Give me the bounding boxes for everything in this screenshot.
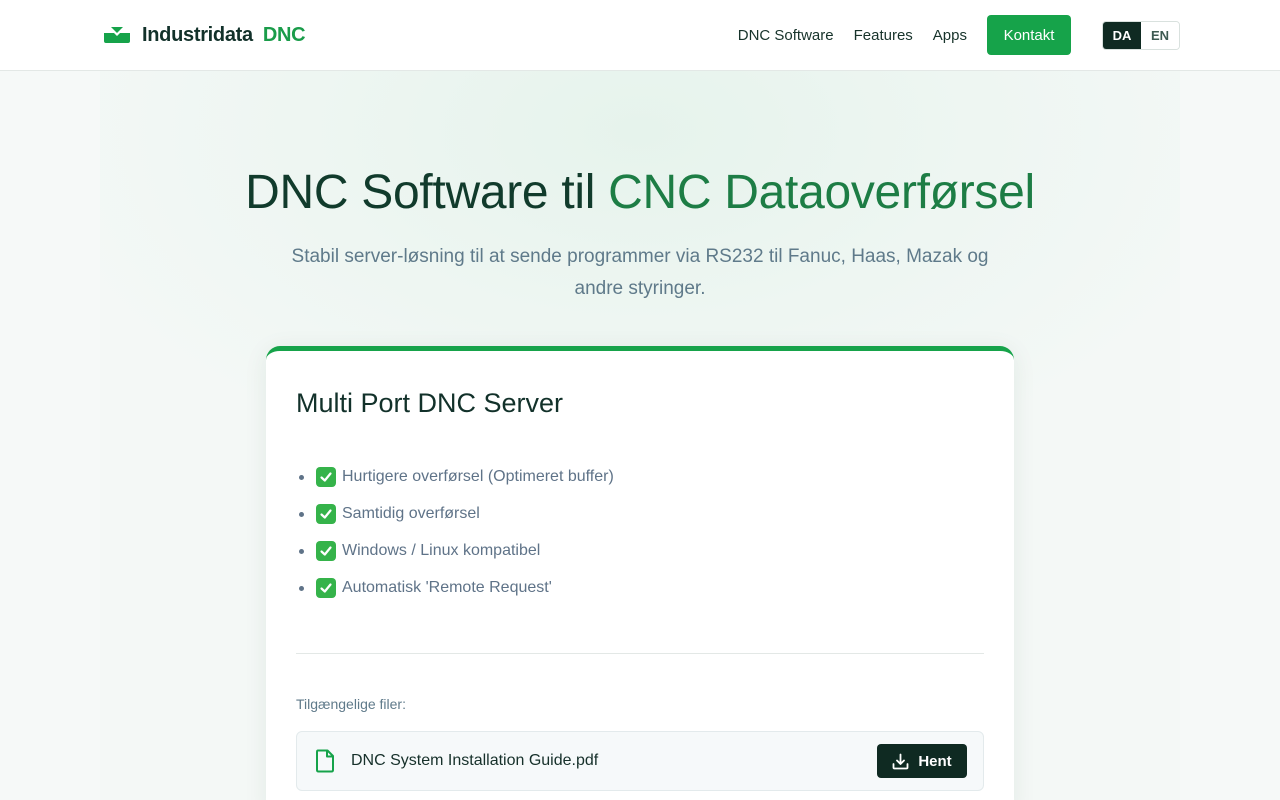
feature-item: Automatisk 'Remote Request' <box>299 577 614 614</box>
hero-subtitle: Stabil server-løsning til at sende progr… <box>291 246 989 299</box>
logo-icon <box>104 26 130 44</box>
nav-link-apps[interactable]: Apps <box>933 27 967 44</box>
feature-item: Samtidig overførsel <box>299 503 614 540</box>
hero-title-main: DNC Software til <box>245 166 609 219</box>
logo[interactable]: Industridata DNC <box>100 23 306 47</box>
hero-title-accent: CNC Dataoverførsel <box>608 166 1035 219</box>
document-icon <box>315 749 335 773</box>
download-button[interactable]: Hent <box>877 744 967 778</box>
download-label: Hent <box>918 752 952 770</box>
file-name: DNC System Installation Guide.pdf <box>351 752 599 769</box>
download-icon <box>892 753 909 770</box>
nav-link-features[interactable]: Features <box>854 27 913 44</box>
file-row: DNC System Installation Guide.pdf Hent <box>296 731 984 791</box>
brand-accent: DNC <box>262 23 306 46</box>
brand-name: Industridata <box>142 23 253 46</box>
language-toggle: DA EN <box>1102 20 1180 50</box>
contact-button[interactable]: Kontakt <box>987 15 1071 55</box>
product-card: Multi Port DNC Server Hurtigere overførs… <box>266 346 1014 800</box>
feature-label: Automatisk 'Remote Request' <box>342 579 552 596</box>
language-da[interactable]: DA <box>1103 21 1141 49</box>
files-label: Tilgængelige filer: <box>296 696 406 712</box>
site-header: Industridata DNC DNC Software Features A… <box>0 0 1280 71</box>
header-inner: Industridata DNC DNC Software Features A… <box>100 0 1180 70</box>
nav-link-dnc-software[interactable]: DNC Software <box>738 27 834 44</box>
main-nav: DNC Software Features Apps Kontakt DA EN <box>738 15 1180 55</box>
check-icon <box>316 504 336 524</box>
divider <box>296 653 984 654</box>
feature-list: Hurtigere overførsel (Optimeret buffer) … <box>299 466 614 614</box>
feature-item: Windows / Linux kompatibel <box>299 540 614 577</box>
feature-label: Samtidig overførsel <box>342 505 480 522</box>
feature-item: Hurtigere overførsel (Optimeret buffer) <box>299 466 614 503</box>
check-icon <box>316 467 336 487</box>
hero-title: DNC Software til CNC Dataoverførsel <box>100 165 1180 220</box>
feature-label: Hurtigere overførsel (Optimeret buffer) <box>342 468 614 485</box>
card-title: Multi Port DNC Server <box>296 388 564 418</box>
check-icon <box>316 578 336 598</box>
check-icon <box>316 541 336 561</box>
language-en[interactable]: EN <box>1141 21 1179 49</box>
feature-label: Windows / Linux kompatibel <box>342 542 541 559</box>
